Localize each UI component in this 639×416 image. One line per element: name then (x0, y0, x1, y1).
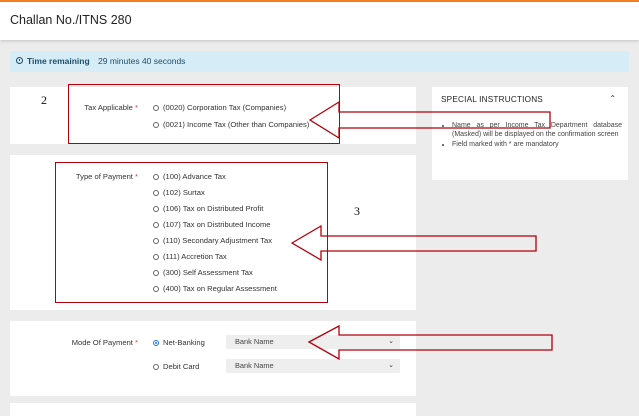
annotation-arrow-icon (308, 100, 551, 140)
annotation-arrow-icon (307, 324, 553, 361)
annotation-arrow-icon (290, 224, 537, 262)
annotation-arrows (290, 100, 553, 361)
